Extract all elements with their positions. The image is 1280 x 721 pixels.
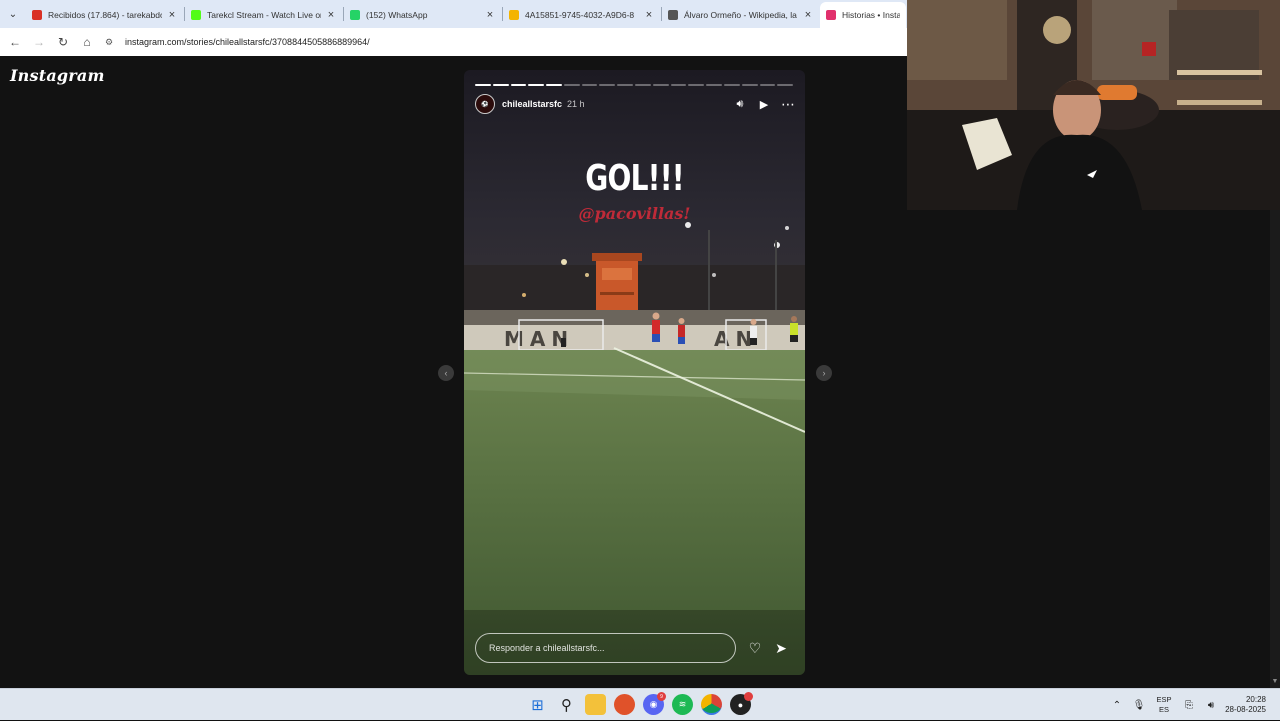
close-tab-icon[interactable]: × bbox=[484, 9, 496, 21]
tab-search-dropdown[interactable]: ⌄ bbox=[0, 0, 26, 28]
tab-title: Historias • Instagra bbox=[842, 10, 900, 20]
progress-segment bbox=[777, 84, 794, 86]
tab-title: Tarekcl Stream - Watch Live on bbox=[207, 10, 321, 20]
story-username[interactable]: chileallstarsfc bbox=[502, 99, 562, 109]
progress-segment bbox=[492, 84, 509, 86]
show-hidden-icons-icon[interactable]: ⌃ bbox=[1106, 700, 1128, 711]
search-icon[interactable]: ⚲ bbox=[556, 694, 577, 715]
progress-segment bbox=[635, 84, 651, 86]
progress-segment bbox=[688, 84, 705, 86]
story-progress-bar bbox=[475, 84, 794, 86]
volume-icon[interactable]: 🔊︎ bbox=[733, 98, 747, 111]
progress-segment bbox=[652, 84, 669, 86]
progress-segment bbox=[706, 84, 722, 86]
language-indicator[interactable]: ESP ES bbox=[1150, 695, 1178, 715]
obs-icon[interactable]: ● bbox=[730, 692, 753, 715]
tab-title: Álvaro Ormeño - Wikipedia, la bbox=[684, 10, 797, 20]
story-reply-bar: ♡ ➤ bbox=[475, 633, 795, 663]
instagram-icon bbox=[826, 10, 836, 20]
webcam-overlay bbox=[907, 0, 1280, 210]
kick-icon bbox=[191, 10, 201, 20]
microphone-icon[interactable]: 🎙︎ bbox=[1128, 700, 1150, 711]
progress-segment bbox=[528, 84, 545, 86]
progress-segment bbox=[723, 84, 740, 86]
wikipedia-icon bbox=[668, 10, 678, 20]
home-icon[interactable]: ⌂ bbox=[75, 30, 99, 54]
progress-segment bbox=[563, 84, 580, 86]
windows-start-icon[interactable]: ⊞ bbox=[527, 694, 548, 715]
share-send-icon[interactable]: ➤ bbox=[773, 640, 789, 657]
browser-tab[interactable]: (152) WhatsApp × bbox=[344, 2, 502, 28]
browser-tab[interactable]: Álvaro Ormeño - Wikipedia, la × bbox=[662, 2, 820, 28]
whatsapp-icon bbox=[350, 10, 360, 20]
more-options-icon[interactable]: ⋯ bbox=[781, 96, 795, 113]
webcam-video bbox=[907, 0, 1280, 210]
browser-tab[interactable]: Recibidos (17.864) - tarekabdo × bbox=[26, 2, 184, 28]
system-tray: ⌃ 🎙︎ ESP ES ⎘ 🔊︎ 20:28 28-08-2025 bbox=[1106, 689, 1280, 721]
language-code: ESP bbox=[1156, 695, 1172, 704]
tab-bar: ⌄ Recibidos (17.864) - tarekabdo × Tarekcl… bbox=[0, 0, 907, 28]
account-avatar[interactable]: ⚽ bbox=[475, 94, 495, 114]
story-controls: 🔊︎ ▶ ⋯ bbox=[733, 96, 795, 113]
browser-tab[interactable]: 4A15851-9745-4032-A9D6-8 × bbox=[503, 2, 661, 28]
close-tab-icon[interactable]: × bbox=[166, 9, 178, 21]
story-mention-tag[interactable]: @pacovillas! bbox=[464, 204, 805, 223]
story-headline: GOL!!! bbox=[585, 158, 684, 199]
site-info-icon[interactable]: ⚙ bbox=[105, 37, 119, 48]
story-time: 21 h bbox=[567, 99, 585, 109]
reload-icon[interactable]: ↻ bbox=[51, 30, 75, 54]
url-omnibox[interactable]: ⚙ instagram.com/stories/chileallstarsfc/… bbox=[105, 31, 907, 53]
close-tab-icon[interactable]: × bbox=[643, 9, 655, 21]
progress-segment bbox=[510, 84, 527, 86]
url-text: instagram.com/stories/chileallstarsfc/37… bbox=[125, 37, 370, 47]
taskbar-clock[interactable]: 20:28 28-08-2025 bbox=[1222, 695, 1280, 715]
progress-segment bbox=[581, 84, 598, 86]
gmail-icon bbox=[32, 10, 42, 20]
file-explorer-icon[interactable] bbox=[585, 694, 606, 715]
progress-segment bbox=[759, 84, 776, 86]
clock-time: 20:28 bbox=[1245, 695, 1266, 704]
tab-title: Recibidos (17.864) - tarekabdo bbox=[48, 10, 162, 20]
next-story-arrow-icon[interactable]: › bbox=[816, 365, 832, 381]
forward-icon[interactable]: → bbox=[27, 30, 51, 54]
browser-tab[interactable]: Tarekcl Stream - Watch Live on × bbox=[185, 2, 343, 28]
speaker-icon[interactable]: 🔊︎ bbox=[1200, 700, 1222, 711]
address-bar: ← → ↻ ⌂ ⚙ instagram.com/stories/chileall… bbox=[0, 28, 907, 56]
story-header: ⚽ chileallstarsfc 21 h 🔊︎ ▶ ⋯ bbox=[475, 94, 795, 114]
progress-segment bbox=[670, 84, 687, 86]
play-icon[interactable]: ▶ bbox=[757, 98, 771, 111]
network-icon[interactable]: ⎘ bbox=[1178, 700, 1200, 711]
progress-segment bbox=[475, 84, 491, 86]
tab-title: 4A15851-9745-4032-A9D6-8 bbox=[525, 10, 635, 20]
windows-taskbar: ⊞ ⚲ ◉ 9 ≋ ● ⌃ 🎙︎ ESP ES ⎘ 🔊︎ 20:28 28-08-20… bbox=[0, 688, 1280, 720]
close-tab-icon[interactable]: × bbox=[325, 9, 337, 21]
progress-segment bbox=[741, 84, 758, 86]
progress-segment bbox=[546, 84, 562, 86]
spotify-icon[interactable]: ≋ bbox=[672, 694, 693, 715]
progress-segment bbox=[617, 84, 634, 86]
browser-tab[interactable]: Historias • Instagra bbox=[820, 2, 906, 28]
reply-input[interactable] bbox=[475, 633, 736, 663]
chrome-icon[interactable] bbox=[701, 694, 722, 715]
taskbar-apps: ⊞ ⚲ ◉ 9 ≋ ● bbox=[527, 692, 753, 715]
scroll-down-icon[interactable]: ▼ bbox=[1271, 678, 1279, 685]
drive-icon bbox=[509, 10, 519, 20]
previous-story-arrow-icon[interactable]: ‹ bbox=[438, 365, 454, 381]
tab-strip: Recibidos (17.864) - tarekabdo × Tarekcl S… bbox=[26, 0, 906, 28]
story-viewer[interactable]: MAN AN ⚽ chileallstarsfc 21 h 🔊︎ ▶ ⋯ GOL… bbox=[464, 70, 805, 675]
browser-app-icon[interactable] bbox=[614, 694, 635, 715]
discord-icon[interactable]: ◉ 9 bbox=[643, 692, 666, 715]
heart-icon[interactable]: ♡ bbox=[747, 640, 763, 657]
instagram-logo[interactable]: Instagram bbox=[10, 66, 105, 85]
keyboard-layout: ES bbox=[1158, 705, 1169, 714]
progress-segment bbox=[599, 84, 616, 86]
tab-title: (152) WhatsApp bbox=[366, 10, 428, 20]
back-icon[interactable]: ← bbox=[3, 30, 27, 54]
close-tab-icon[interactable]: × bbox=[802, 9, 814, 21]
clock-date: 28-08-2025 bbox=[1225, 705, 1266, 714]
